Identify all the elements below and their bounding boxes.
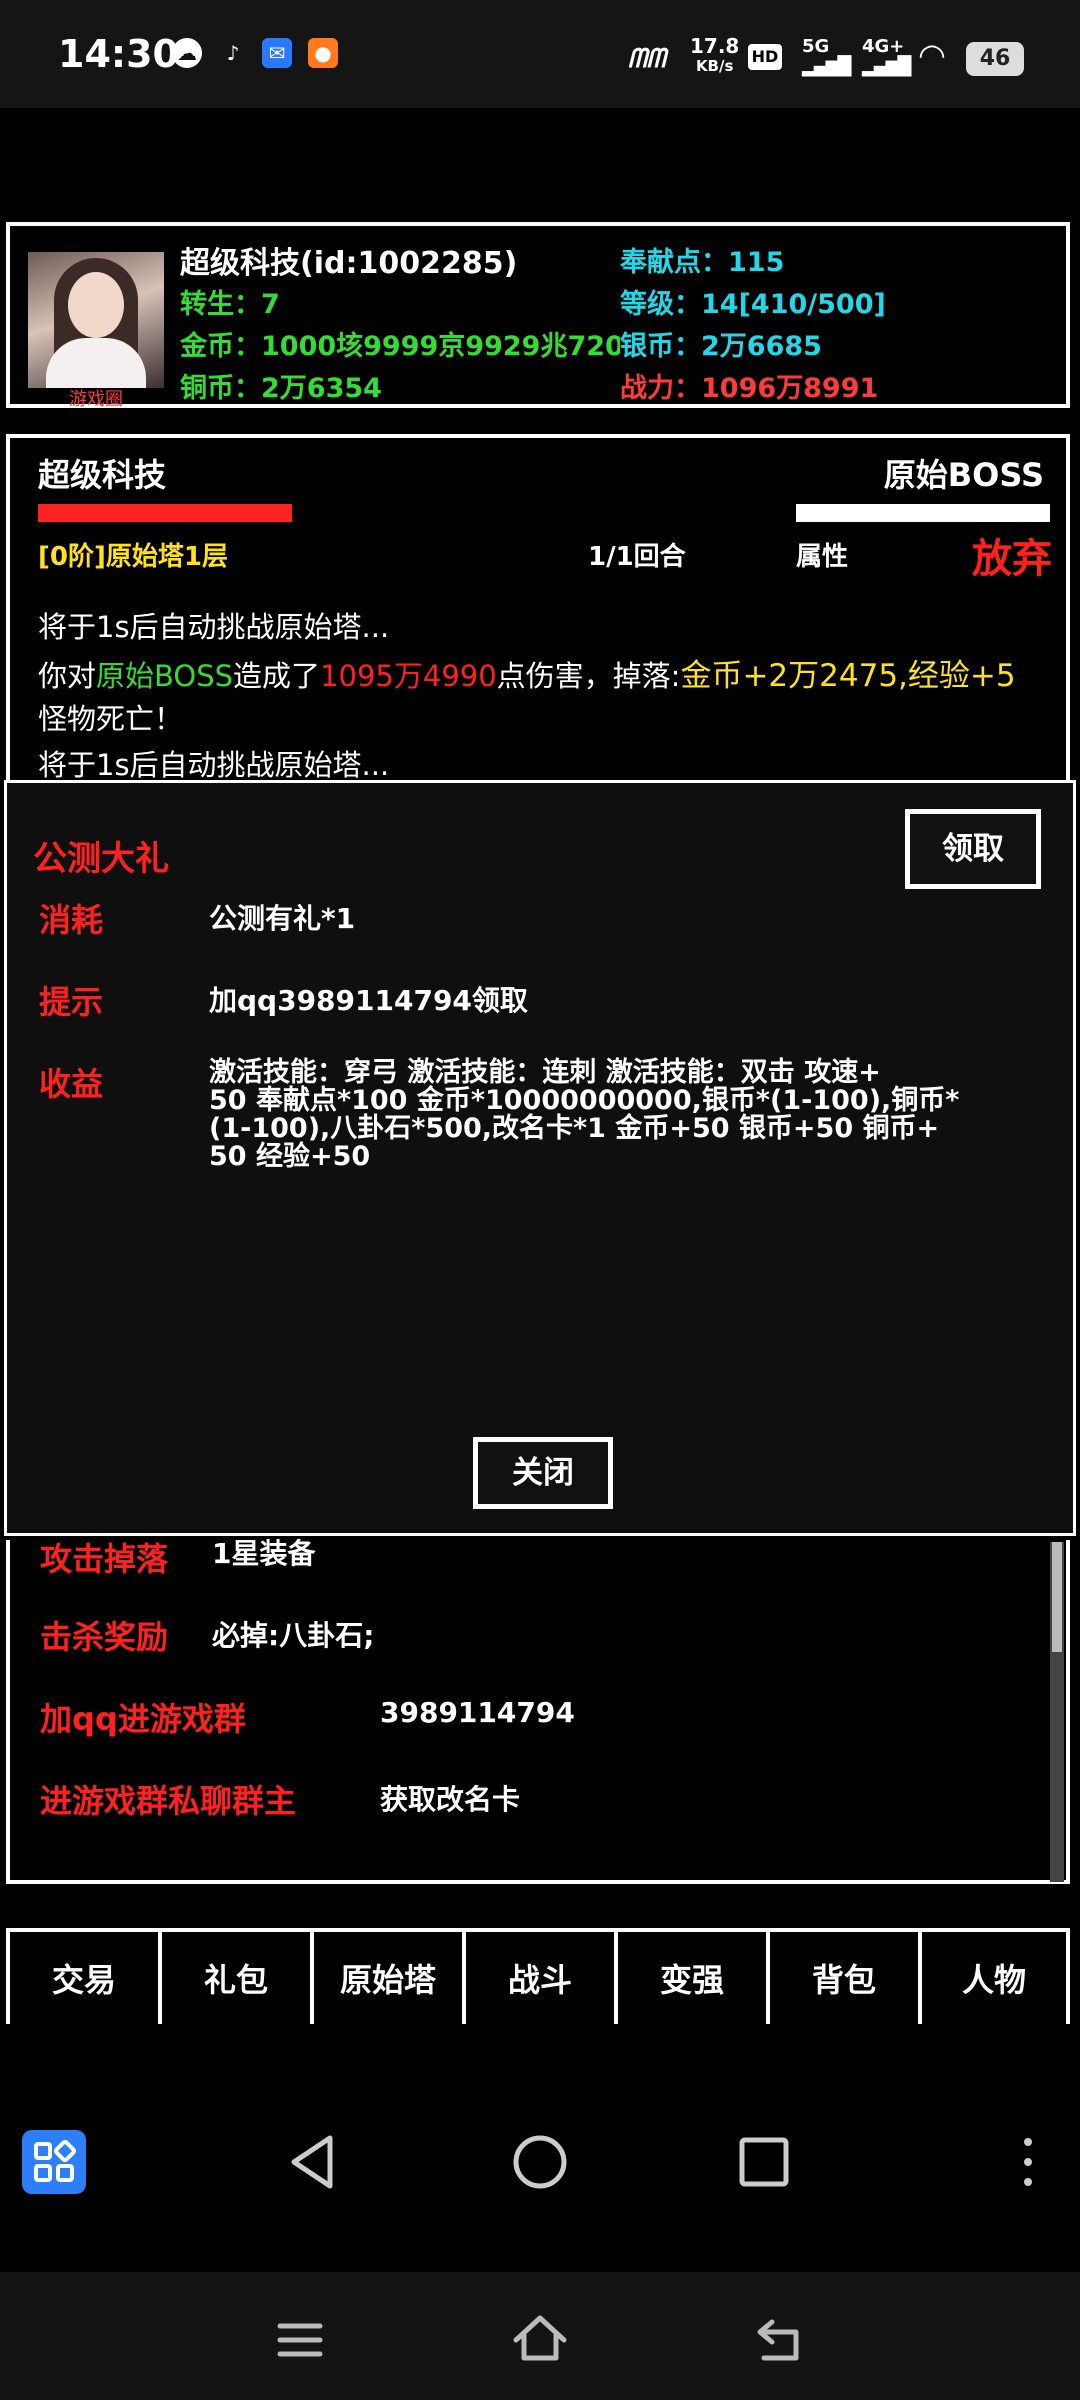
attributes-link[interactable]: 属性 [796, 536, 848, 573]
silver-amount: 银币：2万6685 [620, 331, 822, 362]
menu-icon[interactable] [272, 2312, 328, 2368]
signal-5g: 5G [802, 36, 830, 57]
round-counter: 1/1回合 [588, 542, 686, 572]
attack-drop-value: 1星装备 [212, 1537, 316, 1570]
app-nav-bar [0, 2030, 1080, 2270]
kill-reward-label: 击杀奖励 [40, 1618, 169, 1656]
drop-info-panel: 攻击掉落 1星装备 击杀奖励 必掉:八卦石; 加qq进游戏群 398911479… [6, 1537, 1070, 1884]
reward-line: 50 奉献点*100 金币*10000000000,银币*(1-100),铜币* [209, 1085, 960, 1116]
nfc-icon: ᗰᗰ [628, 44, 666, 74]
combat-power: 战力：1096万8991 [620, 373, 879, 404]
avatar[interactable] [28, 252, 164, 388]
hint-label: 提示 [39, 983, 104, 1021]
claim-button[interactable]: 领取 [905, 809, 1041, 889]
player-hp-bar [38, 504, 292, 522]
reward-line: 激活技能：穿弓 激活技能：连刺 激活技能：双击 攻速+ [209, 1057, 881, 1088]
back-icon[interactable] [282, 2130, 346, 2194]
tab-battle[interactable]: 战斗 [462, 1928, 614, 2024]
kill-reward-value: 必掉:八卦石; [212, 1619, 375, 1652]
gold-amount: 金币：1000垓9999京9929兆7206 [180, 331, 620, 362]
battery-icon: 46 [966, 42, 1024, 76]
home-icon[interactable] [508, 2130, 572, 2194]
net-speed: 17.8 KB/s [690, 36, 739, 76]
signal-4g: 4G+ [862, 36, 905, 57]
tab-gift[interactable]: 礼包 [158, 1928, 310, 2024]
contribution-points: 奉献点：115 [620, 247, 785, 278]
log-enemy-name: 原始BOSS [96, 659, 234, 693]
give-up-button[interactable]: 放弃 [972, 526, 1052, 584]
qq-group-value: 3989114794 [380, 1696, 575, 1729]
pm-owner-label: 进游戏群私聊群主 [40, 1782, 297, 1820]
tab-character[interactable]: 人物 [918, 1928, 1070, 2024]
more-icon[interactable] [1010, 2130, 1046, 2194]
battle-player-name: 超级科技 [38, 456, 167, 494]
status-bar: 14:30 ☁ ♪ ✉ ● ᗰᗰ 17.8 KB/s HD 5G ▂▄▆█ 4G… [0, 0, 1080, 108]
rebirth-count: 转生：7 [180, 289, 280, 320]
copper-amount: 铜币：2万6354 [180, 373, 382, 404]
cost-label: 消耗 [39, 901, 104, 939]
scrollbar-thumb[interactable] [1052, 1542, 1062, 1652]
game-app-icon: ● [308, 38, 338, 68]
net-speed-value: 17.8 [690, 34, 740, 58]
hd-icon: HD [748, 44, 782, 70]
wifi-icon: ◠ [918, 36, 946, 74]
reward-line: 50 经验+50 [209, 1141, 371, 1172]
avatar-tag: 游戏圈 [69, 389, 123, 410]
log-text: 造成了 [233, 659, 321, 693]
close-button[interactable]: 关闭 [473, 1437, 613, 1509]
cost-value: 公测有礼*1 [209, 902, 356, 935]
reward-label: 收益 [39, 1065, 104, 1103]
tab-bag[interactable]: 背包 [766, 1928, 918, 2024]
system-back-icon[interactable] [752, 2312, 808, 2368]
apps-grid-icon[interactable] [22, 2130, 86, 2194]
net-speed-unit: KB/s [695, 57, 734, 75]
qq-group-label: 加qq进游戏群 [40, 1700, 246, 1738]
battle-log-line: 怪物死亡！ [38, 702, 184, 736]
player-info-panel: 游戏圈 超级科技(id:1002285) 奉献点：115 转生：7 等级：14[… [6, 222, 1070, 410]
reward-value: 激活技能：穿弓 激活技能：连刺 激活技能：双击 攻速+ 50 奉献点*100 金… [209, 1059, 969, 1171]
app-icon: ✉ [262, 38, 292, 68]
battle-log-damage: 你对原始BOSS造成了1095万4990点伤害，掉落:金币+2万2475,经验+… [38, 650, 1016, 695]
log-damage-value: 1095万4990 [320, 659, 497, 693]
system-home-icon[interactable] [510, 2310, 570, 2370]
log-drop: 金币+2万2475,经验+5 [680, 658, 1016, 694]
bottom-tab-bar: 交易 礼包 原始塔 战斗 变强 背包 人物 [6, 1928, 1070, 2024]
tab-trade[interactable]: 交易 [6, 1928, 158, 2024]
player-name: 超级科技(id:1002285) [180, 246, 518, 281]
modal-title: 公测大礼 [33, 839, 169, 879]
battle-enemy-name: 原始BOSS [883, 456, 1044, 494]
log-text: 点伤害，掉落: [496, 659, 681, 693]
log-text: 你对 [38, 659, 97, 693]
stage-label: [0阶]原始塔1层 [38, 542, 228, 572]
battle-log-line: 将于1s后自动挑战原始塔... [38, 610, 390, 644]
system-nav-bar [0, 2272, 1080, 2400]
tab-tower[interactable]: 原始塔 [310, 1928, 462, 2024]
battle-log-line: 将于1s后自动挑战原始塔... [38, 748, 390, 782]
pm-owner-value: 获取改名卡 [380, 1783, 521, 1816]
status-time: 14:30 [58, 32, 179, 76]
player-level: 等级：14[410/500] [620, 289, 886, 320]
signal-bars-icon-2: ▂▄▆█ [862, 56, 911, 77]
tab-upgrade[interactable]: 变强 [614, 1928, 766, 2024]
enemy-hp-bar [796, 504, 1050, 522]
signal-bars-icon: ▂▄▆█ [802, 56, 851, 77]
cloud-icon: ☁ [172, 38, 202, 68]
hint-value: 加qq3989114794领取 [209, 984, 528, 1017]
battle-panel: 超级科技 原始BOSS [0阶]原始塔1层 1/1回合 属性 放弃 将于1s后自… [6, 434, 1070, 784]
attack-drop-label: 攻击掉落 [40, 1540, 169, 1578]
reward-line: (1-100),八卦石*500,改名卡*1 金币+50 银币+50 铜币+ [209, 1113, 940, 1144]
tiktok-icon: ♪ [226, 41, 240, 65]
recents-icon[interactable] [732, 2130, 796, 2194]
gift-modal: 公测大礼 领取 消耗 公测有礼*1 提示 加qq3989114794领取 收益 … [4, 780, 1076, 1536]
